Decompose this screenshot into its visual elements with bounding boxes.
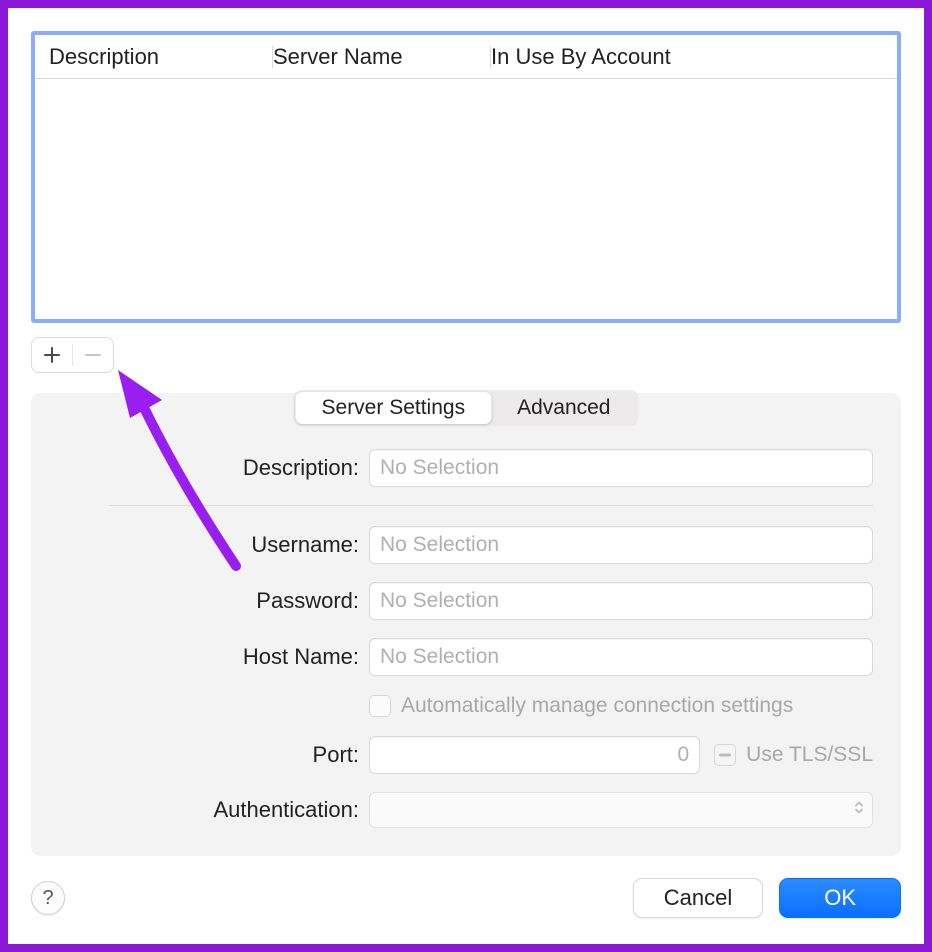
authentication-select[interactable] <box>369 792 873 828</box>
tls-ssl-label: Use TLS/SSL <box>746 743 873 767</box>
password-label: Password: <box>71 588 369 614</box>
description-label: Description: <box>71 455 369 481</box>
minus-icon <box>84 346 102 364</box>
up-down-icon <box>854 800 864 821</box>
settings-panel: Server Settings Advanced Description: No… <box>31 393 901 856</box>
tab-server-settings[interactable]: Server Settings <box>296 392 492 424</box>
server-settings-form: Description: No Selection Username: No S… <box>31 393 901 828</box>
auto-manage-label: Automatically manage connection settings <box>401 694 793 718</box>
username-input[interactable]: No Selection <box>369 526 873 564</box>
column-header-in-use-by-account[interactable]: In Use By Account <box>491 44 897 70</box>
help-button[interactable]: ? <box>31 881 65 915</box>
host-name-label: Host Name: <box>71 644 369 670</box>
remove-button[interactable] <box>73 338 113 372</box>
servers-table[interactable]: Description Server Name In Use By Accoun… <box>31 31 901 323</box>
plus-icon <box>43 346 61 364</box>
add-button[interactable] <box>32 338 72 372</box>
description-input[interactable]: No Selection <box>369 449 873 487</box>
auto-manage-checkbox[interactable] <box>369 695 391 717</box>
password-input[interactable]: No Selection <box>369 582 873 620</box>
column-header-description[interactable]: Description <box>49 44 273 70</box>
table-body-empty[interactable] <box>35 79 897 319</box>
cancel-button[interactable]: Cancel <box>633 878 763 918</box>
port-label: Port: <box>71 742 369 768</box>
tab-group: Server Settings Advanced <box>294 390 639 426</box>
window-content: Description Server Name In Use By Accoun… <box>0 0 932 952</box>
table-header-row: Description Server Name In Use By Accoun… <box>35 35 897 79</box>
tab-advanced[interactable]: Advanced <box>491 392 636 424</box>
column-header-server-name[interactable]: Server Name <box>273 44 491 70</box>
ok-button[interactable]: OK <box>779 878 901 918</box>
port-input[interactable]: 0 <box>369 736 700 774</box>
dialog-footer: ? Cancel OK <box>31 878 901 918</box>
add-remove-control <box>31 337 114 373</box>
host-name-input[interactable]: No Selection <box>369 638 873 676</box>
tls-ssl-checkbox[interactable] <box>714 744 736 766</box>
form-separator <box>109 505 873 506</box>
username-label: Username: <box>71 532 369 558</box>
authentication-label: Authentication: <box>71 797 369 823</box>
